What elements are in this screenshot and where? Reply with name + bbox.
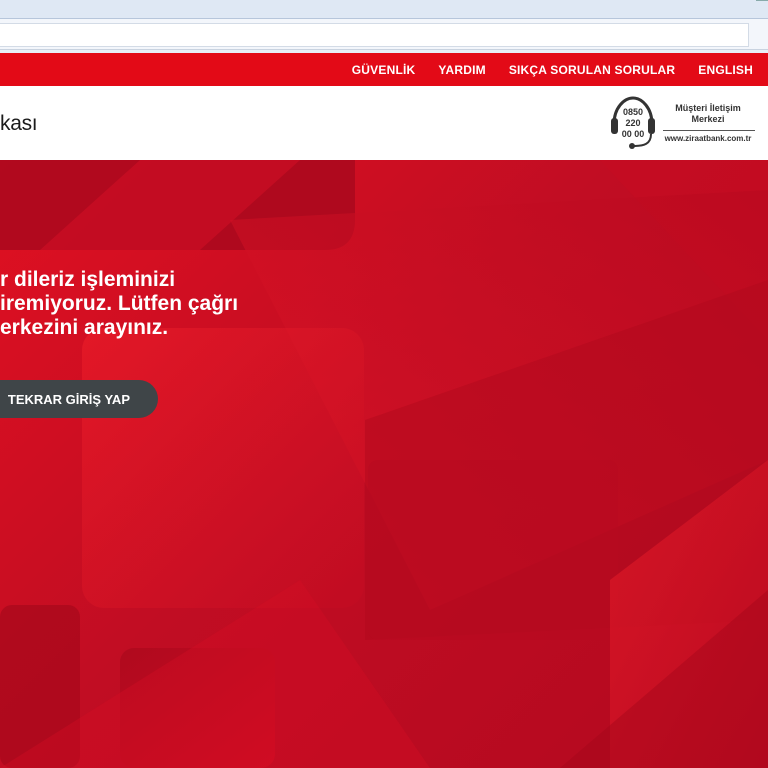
contact-center-badge[interactable]: 0850 220 00 00 Müşteri İletişim Merkezi … <box>608 94 758 154</box>
nav-yardim[interactable]: YARDIM <box>438 63 485 77</box>
browser-address-bar <box>0 19 768 50</box>
site-header: kası 0850 220 00 00 Müşteri İletişim Mer… <box>0 86 768 160</box>
nav-english[interactable]: ENGLISH <box>698 63 753 77</box>
contact-title: Müşteri İletişim Merkezi <box>675 103 741 124</box>
contact-url: www.ziraatbank.com.tr <box>664 134 752 143</box>
hero-section: r dileriz işleminizi iremiyoruz. Lütfen … <box>0 160 768 768</box>
brand-name[interactable]: kası <box>0 112 38 136</box>
browser-tab-strip <box>0 0 768 19</box>
contact-phone: 0850 220 00 00 <box>621 107 645 139</box>
hero-background-shapes <box>0 160 768 768</box>
top-navigation: GÜVENLİK YARDIM SIKÇA SORULAN SORULAR EN… <box>0 53 768 86</box>
retry-login-button[interactable]: TEKRAR GİRİŞ YAP <box>0 380 158 418</box>
contact-divider <box>663 130 755 131</box>
error-message: r dileriz işleminizi iremiyoruz. Lütfen … <box>0 268 300 340</box>
nav-faq[interactable]: SIKÇA SORULAN SORULAR <box>509 63 675 77</box>
error-message-line-1: r dileriz işleminizi <box>0 268 176 291</box>
url-field[interactable] <box>0 23 749 47</box>
nav-guvenlik[interactable]: GÜVENLİK <box>352 63 416 77</box>
error-message-line-3: erkezini arayınız. <box>0 316 169 339</box>
error-message-line-2: iremiyoruz. Lütfen çağrı <box>0 292 239 315</box>
